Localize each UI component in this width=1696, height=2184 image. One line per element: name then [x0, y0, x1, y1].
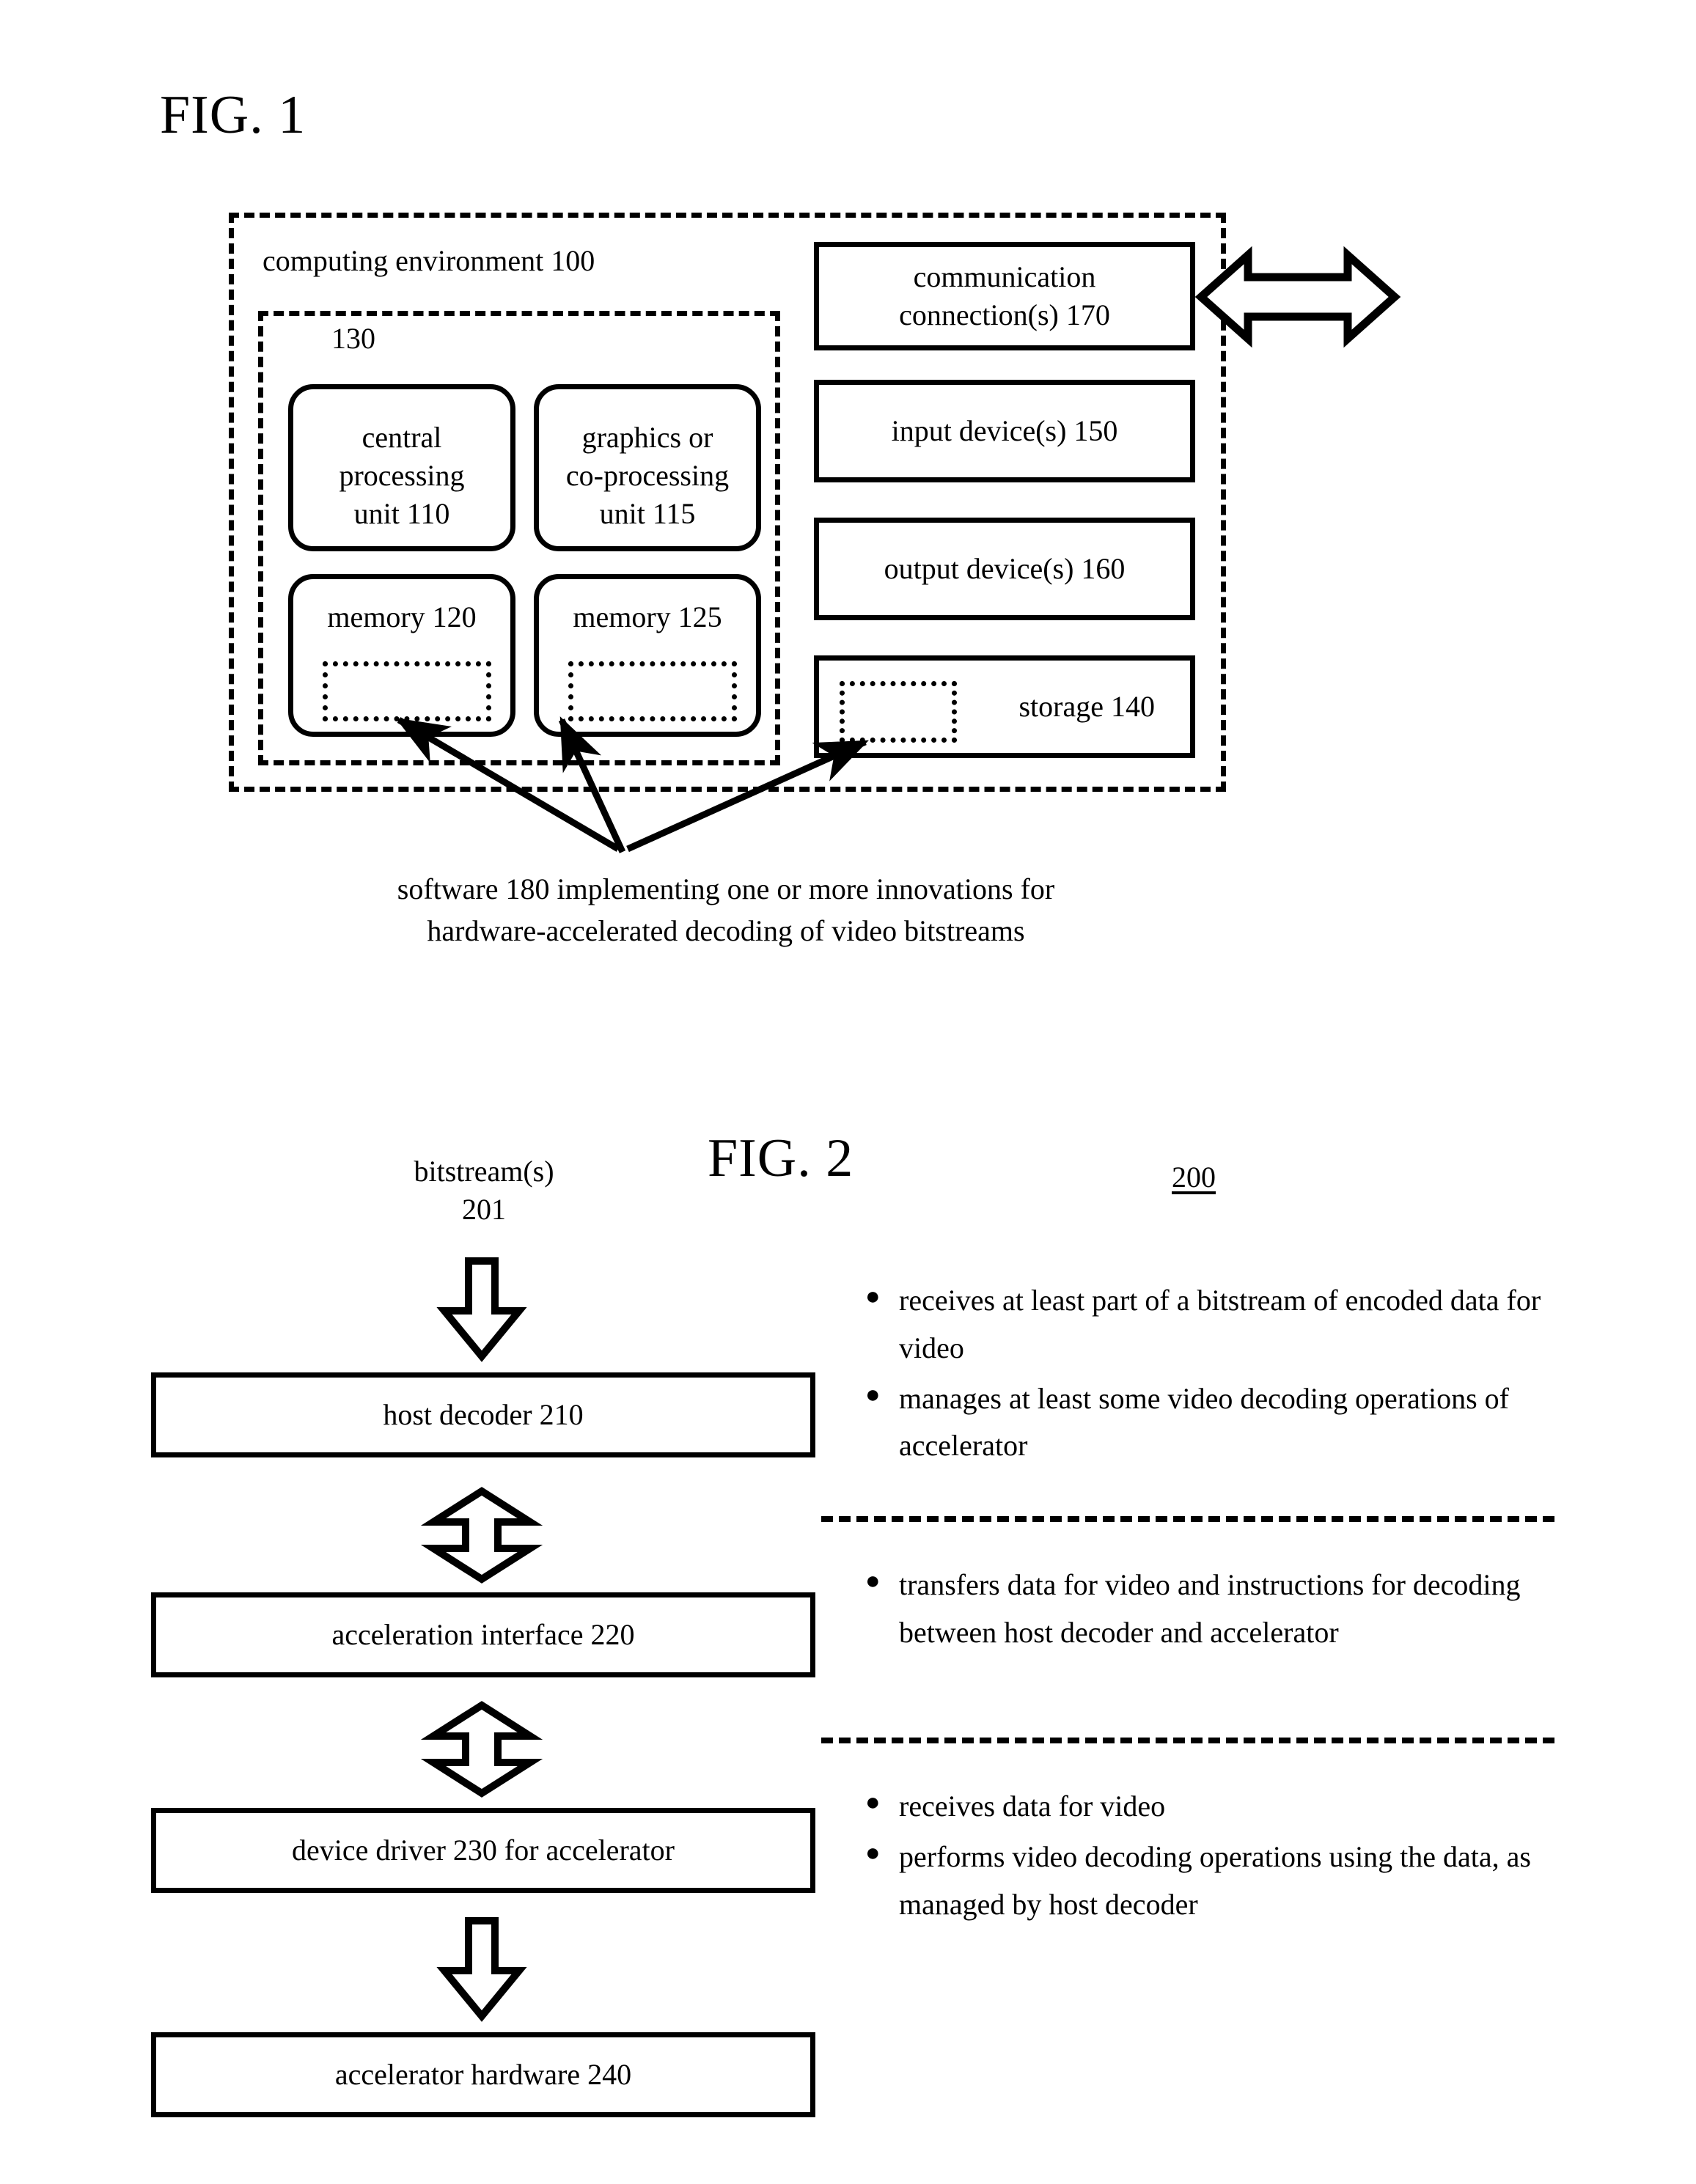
input-devices-box: input device(s) 150: [814, 380, 1195, 482]
host-decoder-box: host decoder 210: [151, 1372, 815, 1457]
output-devices-box: output device(s) 160: [814, 518, 1195, 620]
central-processing-unit-box: central processing unit 110: [288, 384, 515, 551]
processing-group-label: 130: [331, 322, 375, 355]
list-item: ● receives at least part of a bitstream …: [865, 1277, 1606, 1372]
list-item: ● receives data for video: [865, 1783, 1606, 1831]
bullet-group-accelerator: ● receives data for video ● performs vid…: [865, 1783, 1606, 1931]
software-pointer-arrows: [367, 696, 997, 872]
bullet-group-divider-1: [821, 1516, 1554, 1522]
acceleration-interface-label: acceleration interface 220: [331, 1618, 635, 1651]
figure-1-title: FIG. 1: [160, 85, 306, 145]
memory-120-label: memory 120: [327, 600, 477, 633]
patent-figure-page: FIG. 1 computing environment 100 130 cen…: [0, 0, 1696, 2184]
device-driver-box: device driver 230 for accelerator: [151, 1808, 815, 1893]
output-devices-label: output device(s) 160: [884, 552, 1126, 585]
acceleration-interface-box: acceleration interface 220: [151, 1592, 815, 1677]
bitstream-input-label: bitstream(s) 201: [414, 1155, 554, 1226]
communication-connections-box: communication connection(s) 170: [814, 242, 1195, 350]
graphics-coprocessing-unit-box: graphics or co-processing unit 115: [534, 384, 761, 551]
storage-label: storage 140: [1018, 690, 1155, 723]
host-decoder-label: host decoder 210: [383, 1398, 584, 1431]
down-block-arrow-icon-1: [434, 1257, 529, 1362]
bidirectional-block-arrow-icon-1: [420, 1487, 543, 1584]
list-item: ● performs video decoding operations usi…: [865, 1834, 1606, 1929]
figure-2-title: FIG. 2: [708, 1128, 854, 1188]
device-driver-label: device driver 230 for accelerator: [292, 1834, 675, 1867]
communication-connections-label: communication connection(s) 170: [899, 260, 1110, 331]
graphics-coprocessing-unit-label: graphics or co-processing unit 115: [565, 421, 730, 530]
bullet-icon: ●: [865, 1567, 881, 1595]
bullet-text: transfers data for video and instruction…: [899, 1568, 1521, 1649]
bullet-group-divider-2: [821, 1738, 1554, 1743]
memory-125-label: memory 125: [573, 600, 722, 633]
computing-environment-label: computing environment 100: [263, 244, 595, 277]
figure-2-ref-number: 200: [1172, 1161, 1216, 1194]
bullet-icon: ●: [865, 1789, 881, 1816]
bullet-group-acceleration-interface: ● transfers data for video and instructi…: [865, 1562, 1606, 1660]
bullet-group-host-decoder: ● receives at least part of a bitstream …: [865, 1277, 1606, 1473]
software-180-caption: software 180 implementing one or more in…: [397, 872, 1055, 947]
accelerator-hardware-label: accelerator hardware 240: [334, 2058, 632, 2091]
input-devices-label: input device(s) 150: [891, 414, 1118, 447]
down-block-arrow-icon-2: [434, 1917, 529, 2022]
central-processing-unit-label: central processing unit 110: [339, 421, 465, 530]
accelerator-hardware-box: accelerator hardware 240: [151, 2032, 815, 2117]
list-item: ● transfers data for video and instructi…: [865, 1562, 1606, 1657]
list-item: ● manages at least some video decoding o…: [865, 1375, 1606, 1471]
bullet-text: manages at least some video decoding ope…: [899, 1381, 1509, 1463]
network-double-arrow-icon: [1194, 235, 1401, 359]
bullet-icon: ●: [865, 1839, 881, 1867]
bullet-icon: ●: [865, 1283, 881, 1310]
bidirectional-block-arrow-icon-2: [420, 1701, 543, 1798]
bullet-icon: ●: [865, 1380, 881, 1408]
bullet-text: performs video decoding operations using…: [899, 1839, 1531, 1921]
bullet-text: receives data for video: [899, 1790, 1166, 1823]
bullet-text: receives at least part of a bitstream of…: [899, 1284, 1541, 1364]
